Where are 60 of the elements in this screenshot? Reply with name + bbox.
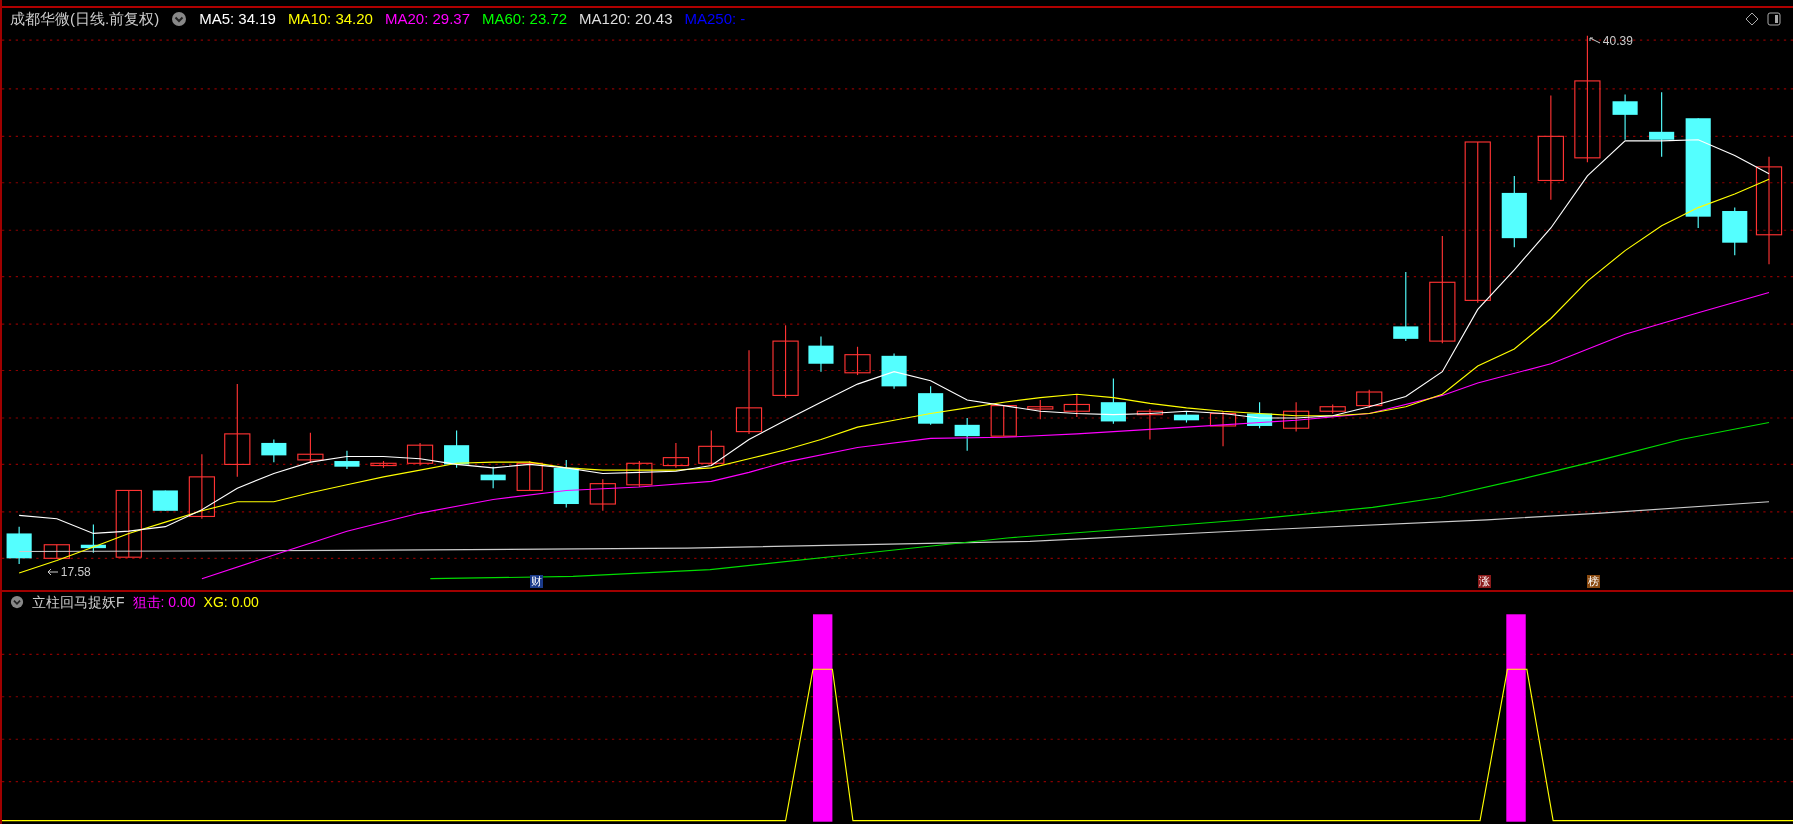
collapse-icon[interactable] [171, 11, 188, 27]
candlestick [261, 438, 287, 463]
candlestick [1722, 207, 1748, 256]
indicator-value: XG: 0.00 [203, 592, 259, 612]
candlestick [115, 489, 142, 558]
pointer-arrow-icon [1588, 37, 1601, 46]
candlestick [80, 523, 106, 554]
event-marker[interactable]: 榜 [1587, 575, 1601, 588]
candlestick [188, 453, 215, 520]
candlestick [1393, 271, 1419, 342]
ma-value: MA20: 29.37 [384, 8, 470, 29]
diamond-icon[interactable] [1745, 12, 1759, 26]
candlestick [516, 460, 543, 491]
candlestick [1649, 91, 1675, 158]
ma-value: MA250: - [684, 8, 746, 29]
candlestick [808, 336, 834, 373]
candlestick [1356, 389, 1383, 409]
candlestick [480, 466, 506, 489]
candlestick [152, 489, 178, 512]
ma-value: MA5: 34.19 [199, 8, 276, 29]
candlestick [1612, 93, 1638, 141]
high-price-label: 40.39 [1602, 33, 1633, 51]
candlestick [334, 450, 360, 470]
candlestick [297, 432, 324, 463]
event-marker[interactable]: 涨 [1477, 575, 1491, 588]
collapse-icon[interactable] [10, 595, 24, 609]
ma-value: MA60: 23.72 [482, 8, 568, 29]
candlestick [444, 429, 470, 469]
candlestick [370, 460, 397, 469]
candlestick [1027, 399, 1054, 420]
candlestick [1209, 410, 1237, 447]
candlestick [6, 526, 32, 565]
candlestick [990, 405, 1017, 437]
candlestick [626, 460, 653, 488]
candlestick [1283, 401, 1310, 433]
candlestick [406, 442, 434, 467]
candlestick [589, 478, 616, 512]
candlestick [918, 385, 944, 426]
indicator-name: 立柱回马捉妖F [32, 592, 125, 612]
indicator-value: 狙击: 0.00 [132, 592, 196, 612]
candlestick [553, 459, 579, 508]
candlestick [662, 442, 690, 469]
ma-value: MA10: 34.20 [287, 8, 373, 29]
candlestick [954, 417, 980, 452]
candlestick [881, 353, 907, 390]
panel-toggle-icon[interactable] [1767, 12, 1781, 26]
candlestick [1136, 408, 1164, 441]
candlestick [1100, 377, 1126, 425]
candlestick [698, 429, 725, 467]
event-marker[interactable]: 财 [530, 575, 544, 588]
candlestick [1173, 410, 1200, 424]
chart-title: 成都华微(日线.前复权) [10, 8, 160, 29]
candlestick [844, 346, 871, 376]
ma-value: MA120: 20.43 [579, 8, 673, 29]
candlestick [1319, 403, 1346, 415]
candlestick [1247, 401, 1273, 429]
candlestick [1063, 393, 1090, 418]
candlestick [43, 544, 70, 559]
pointer-arrow-icon [46, 568, 59, 577]
low-price-label: 17.58 [60, 564, 91, 582]
